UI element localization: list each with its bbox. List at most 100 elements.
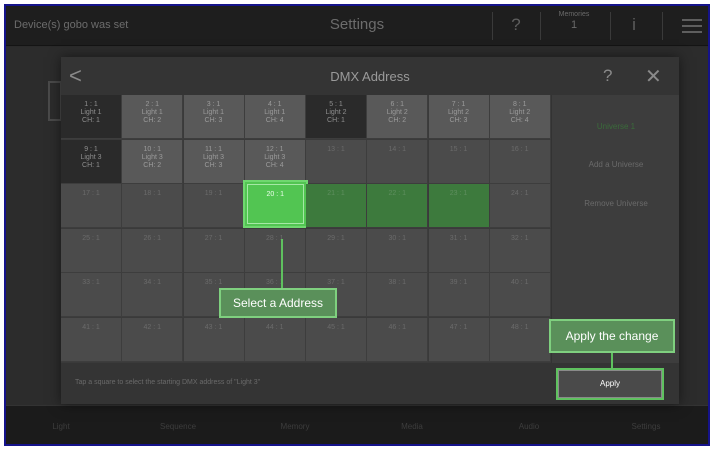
dmx-address-cell[interactable]: 47 : 1 — [428, 318, 490, 362]
dmx-address-cell[interactable]: 45 : 1 — [306, 318, 367, 362]
nav-item-light[interactable]: Light — [6, 422, 116, 431]
dmx-address-cell[interactable]: 9 : 1 Light 3 CH: 1 — [61, 139, 122, 184]
cell-address: 11 : 1 — [205, 145, 222, 153]
apply-button[interactable]: Apply — [556, 368, 664, 400]
cell-address: 31 : 1 — [449, 234, 468, 242]
cell-address: 5 : 1 — [329, 101, 343, 108]
dmx-address-cell[interactable]: 10 : 1 Light 3 CH: 2 — [122, 139, 184, 184]
hamburger-menu-icon[interactable] — [682, 19, 702, 33]
dmx-address-cell[interactable]: 34 : 1 — [122, 273, 184, 318]
dmx-address-cell[interactable]: 24 : 1 — [489, 184, 551, 229]
dmx-address-cell[interactable]: 14 : 1 — [367, 139, 429, 184]
dmx-address-cell[interactable]: 33 : 1 — [61, 273, 122, 318]
cell-address: 18 : 1 — [143, 190, 161, 198]
dmx-address-cell[interactable]: 16 : 1 — [489, 139, 551, 184]
cell-address: 48 : 1 — [510, 324, 529, 331]
nav-item-settings[interactable]: Settings — [591, 422, 701, 431]
cell-channel: CH: 4 — [265, 161, 284, 169]
dmx-address-cell[interactable]: 17 : 1 — [61, 184, 122, 229]
dmx-address-cell[interactable]: 31 : 1 — [428, 228, 490, 273]
nav-item-memory[interactable]: Memory — [240, 422, 350, 431]
cell-address: 39 : 1 — [449, 279, 468, 287]
dmx-address-cell[interactable]: 30 : 1 — [367, 228, 429, 273]
nav-item-media[interactable]: Media — [357, 422, 467, 431]
dmx-address-cell[interactable]: 27 : 1 — [183, 228, 245, 273]
dmx-address-cell[interactable]: 25 : 1 — [61, 228, 122, 273]
dmx-address-cell[interactable]: 39 : 1 — [428, 273, 490, 318]
nav-item-audio[interactable]: Audio — [474, 422, 584, 431]
dmx-address-cell[interactable]: 11 : 1 Light 3 CH: 3 — [183, 139, 245, 184]
bottom-nav: Light Sequence Memory Media Audio Settings — [6, 405, 708, 444]
select-address-callout: Select a Address — [219, 288, 337, 318]
dmx-address-cell[interactable]: 22 : 1 — [367, 184, 429, 229]
dmx-address-cell[interactable]: 8 : 1 Light 2 CH: 4 — [489, 95, 551, 139]
cell-address: 36 : 1 — [265, 279, 284, 287]
cell-address: 38 : 1 — [388, 279, 406, 287]
cell-address: 25 : 1 — [82, 234, 100, 242]
cell-address: 30 : 1 — [388, 234, 406, 242]
dmx-address-cell-selected[interactable]: 20 : 1 — [242, 180, 308, 229]
divider — [540, 12, 541, 40]
dmx-address-cell[interactable]: 5 : 1 Light 2 CH: 1 — [306, 95, 367, 139]
dmx-address-cell[interactable]: 44 : 1 — [244, 318, 306, 362]
cell-address: 14 : 1 — [388, 145, 406, 153]
cell-address: 28 : 1 — [265, 234, 284, 242]
dmx-address-cell[interactable]: 29 : 1 — [306, 228, 367, 273]
dmx-address-cell[interactable]: 32 : 1 — [489, 228, 551, 273]
dmx-address-cell[interactable]: 41 : 1 — [61, 318, 122, 362]
cell-address: 26 : 1 — [143, 234, 161, 242]
dmx-address-cell[interactable]: 21 : 1 — [306, 184, 367, 229]
remove-universe-button[interactable]: Remove Universe — [552, 199, 680, 208]
dmx-address-cell[interactable]: 46 : 1 — [367, 318, 429, 362]
cell-address: 29 : 1 — [327, 234, 345, 242]
add-universe-button[interactable]: Add a Universe — [552, 160, 680, 169]
cell-light-name: Light 1 — [80, 109, 102, 116]
cell-address: 1 : 1 — [84, 101, 98, 108]
dmx-address-cell[interactable]: 48 : 1 — [489, 318, 551, 362]
dmx-address-cell[interactable]: 23 : 1 — [428, 184, 490, 229]
cell-address: 4 : 1 — [267, 101, 282, 108]
dmx-address-cell[interactable]: 43 : 1 — [183, 318, 245, 362]
cell-channel: CH: 2 — [143, 117, 162, 124]
divider — [662, 12, 663, 40]
dmx-address-cell[interactable]: 2 : 1 Light 1 CH: 2 — [122, 95, 184, 139]
dmx-address-cell[interactable]: 6 : 1 Light 2 CH: 2 — [367, 95, 429, 139]
help-icon[interactable]: ? — [504, 15, 528, 35]
dmx-address-cell[interactable]: 19 : 1 — [183, 184, 245, 229]
dmx-address-cell[interactable]: 15 : 1 — [428, 139, 490, 184]
cell-address: 7 : 1 — [451, 101, 466, 108]
dmx-address-cell[interactable]: 42 : 1 — [122, 318, 184, 362]
cell-address: 41 : 1 — [82, 324, 100, 331]
close-icon[interactable]: ✕ — [645, 64, 662, 89]
callout-connector — [281, 239, 283, 288]
dmx-address-grid: 1 : 1 Light 1 CH: 12 : 1 Light 1 CH: 23 : 1L… — [61, 95, 551, 363]
universe-item[interactable]: Universe 1 — [552, 122, 680, 131]
dmx-address-cell[interactable]: 7 : 1 Light 2 CH: 3 — [428, 95, 490, 139]
cell-address: 9 : 1 — [84, 145, 98, 153]
cell-channel: CH: 2 — [388, 117, 407, 124]
dmx-address-cell[interactable]: 3 : 1 Light 1 CH: 3 — [183, 95, 245, 139]
dmx-address-cell[interactable]: 1 : 1 Light 1 CH: 1 — [61, 95, 122, 139]
cell-address: 20 : 1 — [246, 184, 304, 225]
dmx-address-cell[interactable]: 26 : 1 — [122, 228, 184, 273]
cell-address: 43 : 1 — [204, 324, 223, 331]
help-icon[interactable]: ? — [603, 66, 612, 86]
cell-address: 19 : 1 — [204, 190, 223, 198]
memories-button[interactable]: Memories 1 — [546, 11, 602, 31]
hint-text: Tap a square to select the starting DMX … — [75, 379, 261, 386]
dialog-header: < DMX Address ? ✕ — [61, 57, 679, 95]
info-icon[interactable]: i — [624, 15, 644, 35]
cell-address: 13 : 1 — [327, 145, 345, 153]
nav-item-sequence[interactable]: Sequence — [123, 422, 233, 431]
dmx-address-cell[interactable]: 38 : 1 — [367, 273, 429, 318]
dmx-address-cell[interactable]: 13 : 1 — [306, 139, 367, 184]
dmx-address-cell[interactable]: 12 : 1 Light 3 CH: 4 — [244, 139, 306, 184]
memories-count: 1 — [570, 19, 578, 31]
dmx-address-cell[interactable]: 4 : 1 Light 1 CH: 4 — [244, 95, 306, 139]
app-window: Device(s) gobo was set Settings ? Memori… — [4, 4, 710, 446]
cell-light-name: Light 1 — [264, 109, 286, 116]
dmx-address-cell[interactable]: 18 : 1 — [122, 184, 184, 229]
cell-light-name: Light 3 — [141, 153, 163, 161]
dmx-address-cell[interactable]: 28 : 1 — [244, 228, 306, 273]
dmx-address-cell[interactable]: 40 : 1 — [489, 273, 551, 318]
